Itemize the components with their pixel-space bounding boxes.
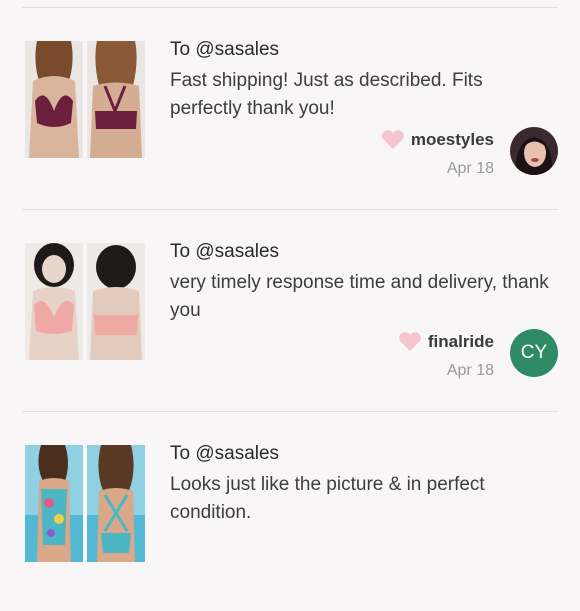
- product-thumbnail-back[interactable]: [87, 445, 145, 562]
- product-thumbnails[interactable]: [25, 243, 145, 360]
- review-card: To @sasales Looks just like the picture …: [0, 411, 580, 611]
- username-link[interactable]: finalride: [428, 332, 494, 352]
- review-meta: moestyles Apr 18: [381, 130, 494, 178]
- review-text: Fast shipping! Just as described. Fits p…: [170, 70, 483, 119]
- review-date: Apr 18: [446, 160, 494, 177]
- product-thumbnail-back[interactable]: [87, 41, 145, 158]
- heart-icon[interactable]: [398, 332, 422, 352]
- product-thumbnail-front[interactable]: [25, 41, 83, 158]
- product-thumbnail-back[interactable]: [87, 243, 145, 360]
- product-thumbnails[interactable]: [25, 445, 145, 562]
- avatar[interactable]: CY: [510, 329, 558, 377]
- avatar[interactable]: [510, 127, 558, 175]
- review-text: very timely response time and delivery, …: [170, 272, 549, 321]
- review-text: Looks just like the picture & in perfect…: [170, 474, 485, 523]
- review-card: To @sasales Fast shipping! Just as descr…: [0, 7, 580, 207]
- product-thumbnail-front[interactable]: [25, 445, 83, 562]
- recipient-line: To @sasales: [170, 39, 280, 60]
- recipient-line: To @sasales: [170, 241, 280, 262]
- review-meta: finalride Apr 18: [398, 332, 494, 380]
- review-date: Apr 18: [446, 362, 494, 379]
- product-thumbnail-front[interactable]: [25, 243, 83, 360]
- username-link[interactable]: moestyles: [411, 130, 494, 150]
- review-card: To @sasales very timely response time an…: [0, 209, 580, 409]
- product-thumbnails[interactable]: [25, 41, 145, 158]
- heart-icon[interactable]: [381, 130, 405, 150]
- recipient-line: To @sasales: [170, 443, 280, 464]
